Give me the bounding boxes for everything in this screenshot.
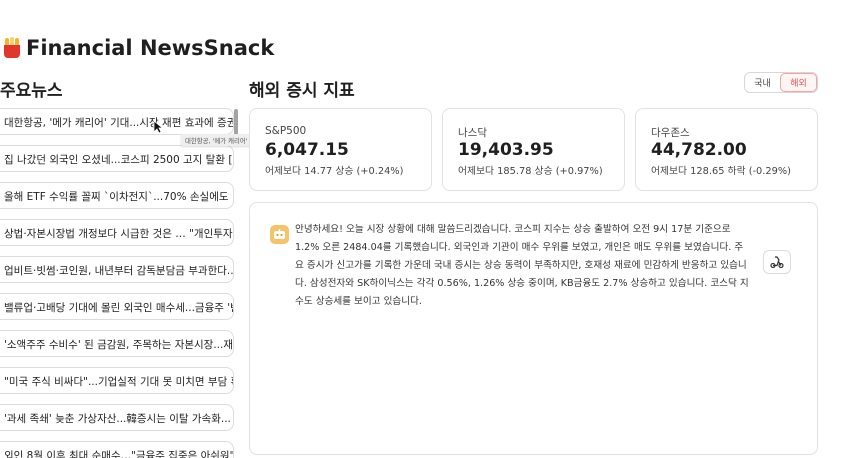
news-list: 대한항공, '메가 캐리어' 기대...시장 재편 효과에 증권... 집 나갔… — [0, 108, 236, 458]
index-value: 19,403.95 — [458, 140, 554, 160]
market-toggle: 국내 해외 — [744, 72, 818, 93]
news-item[interactable]: '소액주주 수비수' 된 금감원, 주목하는 자본시장...재계... — [0, 330, 234, 357]
popcorn-icon — [2, 37, 22, 59]
news-section-title: 주요뉴스 — [0, 81, 63, 101]
news-item[interactable]: '과세 족쇄' 늦춘 가상자산...韓증시는 이탈 가속화... — [0, 404, 234, 431]
toggle-domestic[interactable]: 국내 — [745, 73, 780, 92]
news-item[interactable]: 외인 8월 이후 최대 순매수…"금융주 집중은 아쉬워" — [0, 441, 234, 458]
index-card-sp500: S&P500 6,047.15 어제보다 14.77 상승 (+0.24%) — [249, 108, 432, 191]
news-item[interactable]: 올해 ETF 수익률 꼴찌 `이차전지`...70% 손실에도 ... — [0, 182, 234, 209]
news-item[interactable]: 대한항공, '메가 캐리어' 기대...시장 재편 효과에 증권... — [0, 108, 234, 135]
chat-panel: 안녕하세요! 오늘 시장 상황에 대해 말씀드리겠습니다. 코스피 지수는 상승… — [249, 202, 818, 455]
news-list-scrollbar[interactable] — [234, 109, 238, 135]
index-card-dow: 다우존스 44,782.00 어제보다 128.65 하락 (-0.29%) — [635, 108, 818, 191]
index-value: 6,047.15 — [265, 140, 349, 160]
news-item[interactable]: 밸류업·고배당 기대에 몰린 외국인 매수세...금융주 '반짝... — [0, 293, 234, 320]
mouse-cursor-icon — [153, 120, 163, 134]
index-change: 어제보다 14.77 상승 (+0.24%) — [265, 166, 404, 177]
toggle-overseas[interactable]: 해외 — [780, 73, 817, 92]
index-name: 나스닥 — [458, 127, 487, 139]
index-change: 어제보다 185.78 상승 (+0.97%) — [458, 166, 603, 177]
app-title: Financial NewsSnack — [2, 36, 274, 60]
index-name: S&P500 — [265, 125, 307, 137]
news-item[interactable]: "미국 주식 비싸다"...기업실적 기대 못 미치면 부담 확대... — [0, 367, 234, 394]
index-value: 44,782.00 — [651, 140, 747, 160]
index-change: 어제보다 128.65 하락 (-0.29%) — [651, 166, 792, 177]
news-item[interactable]: 집 나갔던 외국인 오셨네...코스피 2500 고지 탈환 [... — [0, 145, 234, 172]
chat-message: 안녕하세요! 오늘 시장 상황에 대해 말씀드리겠습니다. 코스피 지수는 상승… — [295, 224, 749, 307]
news-item[interactable]: 상법·자본시장법 개정보다 시급한 것은 … "개인투자... — [0, 219, 234, 246]
bot-icon — [270, 225, 289, 244]
news-item[interactable]: 업비트·빗썸·코인원, 내년부터 감독분담금 부과한다... — [0, 256, 234, 283]
app-title-text: Financial NewsSnack — [26, 36, 275, 60]
scooter-icon — [770, 256, 784, 268]
index-name: 다우존스 — [651, 127, 690, 139]
speak-button[interactable] — [763, 250, 791, 274]
index-card-nasdaq: 나스닥 19,403.95 어제보다 185.78 상승 (+0.97%) — [442, 108, 625, 191]
market-section-title: 해외 증시 지표 — [249, 81, 355, 101]
app-window: Financial NewsSnack 주요뉴스 대한항공, '메가 캐리어' … — [0, 0, 844, 458]
